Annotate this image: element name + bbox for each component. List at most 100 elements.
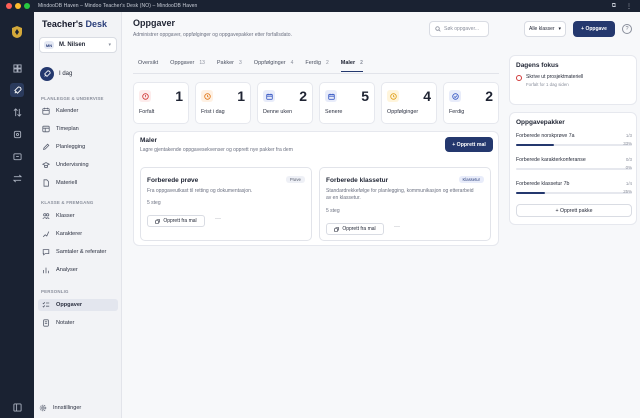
tab-overview[interactable]: Oversikt (138, 56, 158, 70)
stat-value: 1 (237, 88, 245, 104)
stat-label: Forfalt (139, 109, 155, 115)
class-select[interactable]: Alle klasser ▾ (524, 21, 566, 37)
user-switcher[interactable]: MN M. Nilsen ▾ (39, 37, 117, 53)
page-subtitle: Administrer oppgaver, oppfølginger og op… (133, 32, 292, 38)
focus-item[interactable]: Skrive ut prosjektmateriell Forfalt for … (516, 74, 583, 87)
dashboard-icon[interactable] (10, 61, 24, 75)
sidebar-item-classes[interactable]: Klasser (38, 210, 118, 222)
rocket-icon (40, 67, 54, 81)
stat-card[interactable]: 1 Frist i dag (195, 82, 251, 124)
clock-icon (201, 90, 213, 102)
template-card[interactable]: Forberede klassetur Klassetur Standardre… (319, 167, 491, 241)
user-name: M. Nilsen (59, 42, 86, 48)
package-percent: 0% (625, 165, 632, 170)
tab-followups[interactable]: Oppfølginger 4 (254, 56, 294, 70)
sidebar-item-calendar[interactable]: Kalender (38, 105, 118, 117)
calendar-icon (325, 90, 337, 102)
section-heading-personal: PERSONLIG (41, 289, 69, 294)
stat-value: 2 (485, 88, 493, 104)
stat-card[interactable]: 1 Forfalt (133, 82, 189, 124)
transfer-icon[interactable] (10, 105, 24, 119)
section-heading-class: KLASSE & FREMGANG (41, 200, 94, 205)
tab-templates[interactable]: Maler 2 (340, 56, 364, 72)
help-icon[interactable]: ? (622, 24, 632, 34)
panel-toggle-icon[interactable] (10, 400, 24, 414)
more-options-icon[interactable]: ··· (215, 216, 221, 222)
template-title: Forberede prøve (147, 177, 199, 184)
sidebar-item-label: I dag (59, 71, 73, 77)
package-item[interactable]: Forberede karakterkonferanse 0/3 0% (516, 157, 632, 170)
alert-circle-icon (139, 90, 151, 102)
stat-value: 4 (423, 88, 431, 104)
archive-icon[interactable] (10, 149, 24, 163)
window-title: MindooDB Haven – Mindoo Teacher's Desk (… (38, 3, 198, 9)
clock-icon (387, 90, 399, 102)
app-rail (0, 12, 34, 418)
main-content: Oppgaver Administrer oppgaver, oppfølgin… (122, 12, 640, 418)
calendar-icon (42, 107, 50, 115)
sync-icon[interactable] (10, 171, 24, 185)
rocket-icon[interactable] (10, 83, 24, 97)
close-window-button[interactable] (6, 3, 12, 9)
stat-label: Denne uken (263, 109, 293, 115)
create-from-template-button[interactable]: Opprett fra mal (147, 215, 205, 227)
sidebar-item-today[interactable]: I dag (40, 67, 72, 81)
template-badge: Klassetur (458, 176, 484, 183)
stat-card[interactable]: 5 Senere (319, 82, 375, 124)
template-card[interactable]: Forberede prøve Prøve Fra oppgaveutkast … (140, 167, 312, 241)
sidebar-item-planning[interactable]: Planlegging (38, 141, 118, 153)
copy-icon (334, 226, 340, 232)
package-item[interactable]: Forberede klassetur 7b 1/4 25% (516, 181, 632, 194)
users-icon (42, 213, 50, 220)
stat-card[interactable]: 2 Denne uken (257, 82, 313, 124)
sidebar-item-notes[interactable]: Notater (38, 317, 118, 329)
tab-packages[interactable]: Pakker 3 (217, 56, 242, 70)
focus-target-icon[interactable] (10, 127, 24, 141)
sidebar-item-teaching[interactable]: Undervisning (38, 159, 118, 171)
focus-card: Dagens fokus Skrive ut prosjektmateriell… (509, 55, 637, 105)
sidebar-item-grades[interactable]: Karakterer (38, 228, 118, 240)
window-titlebar: MindooDB Haven – Mindoo Teacher's Desk (… (0, 0, 640, 12)
minimize-window-button[interactable] (15, 3, 21, 9)
sidebar-item-timetable[interactable]: Timeplan (38, 123, 118, 135)
focus-title: Dagens fokus (516, 62, 559, 69)
sidebar-item-tasks[interactable]: Oppgaver (38, 299, 118, 311)
note-icon (43, 319, 49, 327)
stat-card[interactable]: 4 Oppfølginger (381, 82, 437, 124)
package-item[interactable]: Forberede norskprøve 7a 1/3 33% (516, 133, 632, 146)
add-task-button[interactable]: + Oppgave (573, 21, 615, 37)
sidebar-item-meetings[interactable]: Samtaler & referater (38, 246, 118, 258)
more-options-icon[interactable]: ··· (394, 224, 400, 230)
templates-subtitle: Lagre gjentakende oppgavesekvenser og op… (140, 147, 293, 153)
stat-card[interactable]: 2 Ferdig (443, 82, 499, 124)
templates-title: Maler (140, 137, 157, 144)
packages-card: Oppgavepakker Forberede norskprøve 7a 1/3… (509, 112, 637, 225)
new-template-button[interactable]: + Opprett mal (445, 137, 493, 152)
check-circle-icon (449, 90, 461, 102)
maximize-window-button[interactable] (24, 3, 30, 9)
template-steps: 5 steg (326, 208, 340, 214)
cap-icon (42, 162, 50, 168)
document-icon (43, 179, 49, 187)
tab-tasks[interactable]: Oppgaver 13 (170, 56, 205, 70)
more-icon[interactable]: ⋮ (626, 3, 632, 10)
package-name: Forberede norskprøve 7a (516, 133, 575, 139)
section-heading-plan: PLANLEGGE & UNDERVISE (41, 96, 104, 101)
search-input[interactable]: Søk oppgaver... (429, 21, 489, 37)
create-from-template-button[interactable]: Opprett fra mal (326, 223, 384, 235)
stat-label: Ferdig (449, 109, 465, 115)
grades-icon (42, 231, 50, 238)
stat-value: 5 (361, 88, 369, 104)
tab-done[interactable]: Ferdig 2 (305, 56, 328, 70)
new-package-button[interactable]: + Opprett pakke (516, 204, 632, 217)
overdue-circle-icon[interactable] (516, 75, 522, 81)
stat-label: Frist i dag (201, 109, 225, 115)
sidebar-item-analytics[interactable]: Analyser (38, 264, 118, 276)
sidebar-item-settings[interactable]: Innstillinger (39, 404, 81, 412)
sidebar-item-material[interactable]: Materiell (38, 177, 118, 189)
package-progress-fill (516, 144, 555, 146)
package-name: Forberede karakterkonferanse (516, 157, 586, 163)
gear-icon (39, 404, 47, 412)
share-icon[interactable]: ⧉ (612, 3, 616, 10)
stat-label: Senere (325, 109, 343, 115)
